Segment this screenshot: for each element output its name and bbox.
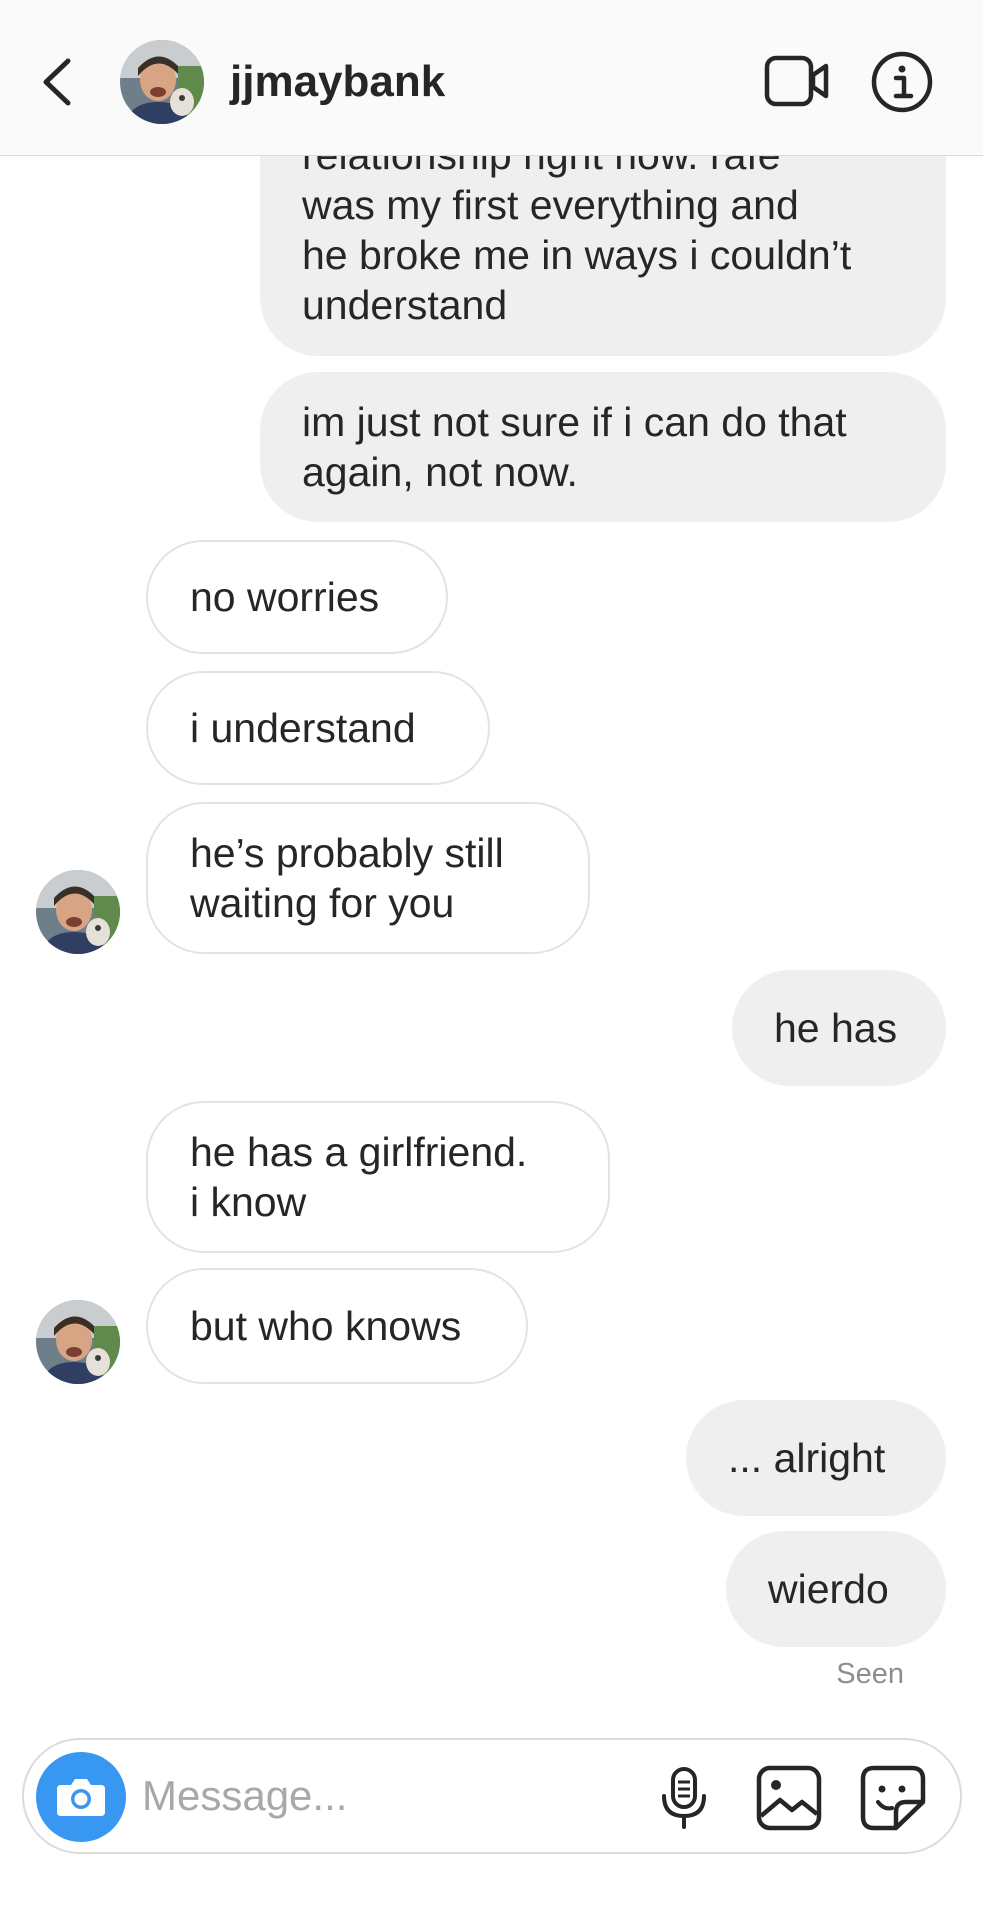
sticker-button[interactable]	[858, 1764, 928, 1832]
chat-header: jjmaybank	[0, 0, 983, 156]
message-composer	[22, 1738, 962, 1854]
back-button[interactable]	[38, 55, 78, 109]
received-message[interactable]: but who knows	[146, 1268, 528, 1384]
info-icon	[871, 51, 933, 113]
received-message[interactable]: no worries	[146, 540, 448, 654]
message-text: i understand	[190, 705, 416, 751]
sent-message[interactable]: ... alright	[686, 1400, 946, 1516]
received-message[interactable]: he has a girlfriend. i know	[146, 1101, 610, 1253]
message-text: ... alright	[728, 1435, 886, 1481]
camera-button[interactable]	[36, 1752, 126, 1842]
avatar[interactable]	[120, 40, 204, 124]
message-text: wierdo	[768, 1566, 889, 1612]
avatar-photo-icon	[36, 870, 120, 954]
message-thread[interactable]: relationship right now. rafe was my firs…	[0, 0, 983, 1730]
avatar-photo-icon	[120, 40, 204, 124]
message-text: he’s probably still waiting for you	[190, 830, 504, 926]
camera-icon	[57, 1779, 105, 1816]
gallery-icon	[756, 1765, 822, 1831]
message-text: he has	[774, 1005, 898, 1051]
microphone-button[interactable]	[656, 1766, 712, 1830]
avatar-photo-icon	[36, 1300, 120, 1384]
sent-message[interactable]: im just not sure if i can do that again,…	[260, 372, 946, 522]
seen-status: Seen	[836, 1658, 904, 1690]
sender-avatar[interactable]	[36, 1300, 120, 1384]
message-text: relationship right now. rafe was my firs…	[302, 132, 852, 328]
received-message[interactable]: he’s probably still waiting for you	[146, 802, 590, 954]
message-text: he has a girlfriend. i know	[190, 1129, 528, 1225]
video-camera-icon	[764, 55, 829, 107]
message-text: im just not sure if i can do that again,…	[302, 399, 847, 495]
microphone-icon	[662, 1767, 706, 1829]
message-input[interactable]	[142, 1766, 622, 1826]
sent-message[interactable]: he has	[732, 970, 946, 1086]
message-text: no worries	[190, 574, 380, 620]
chevron-left-icon	[43, 58, 71, 106]
video-call-button[interactable]	[764, 54, 830, 110]
info-button[interactable]	[870, 50, 934, 114]
gallery-button[interactable]	[754, 1764, 824, 1832]
chat-username[interactable]: jjmaybank	[230, 56, 445, 108]
sticker-icon	[860, 1765, 926, 1831]
sent-message[interactable]: wierdo	[726, 1531, 946, 1647]
message-text: but who knows	[190, 1303, 462, 1349]
sender-avatar[interactable]	[36, 870, 120, 954]
received-message[interactable]: i understand	[146, 671, 490, 785]
